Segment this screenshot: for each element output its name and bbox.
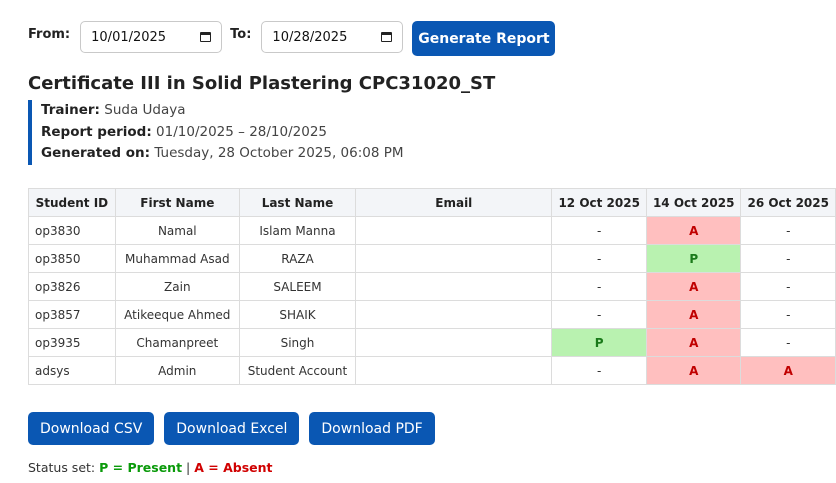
student-id-cell: op3850 [28,244,116,273]
legend-absent: A = Absent [194,460,273,475]
first-name-cell: Chamanpreet [114,328,240,357]
generated-row: Generated on: Tuesday, 28 October 2025, … [41,143,404,165]
student-id-cell: op3935 [28,328,116,357]
table-row: adsys Admin Student Account - A A [28,356,836,385]
download-excel-button[interactable]: Download Excel [164,412,300,445]
student-id-cell: op3826 [28,272,116,301]
last-name-cell: SALEEM [238,272,357,301]
generate-report-button[interactable]: Generate Report [412,21,556,56]
from-label: From: [28,27,71,42]
last-name-cell: Islam Manna [238,216,357,245]
attendance-cell: A [645,216,742,245]
last-name-cell: Student Account [238,356,357,385]
calendar-icon[interactable] [381,32,393,42]
attendance-cell: - [740,272,836,301]
last-name-cell: RAZA [238,244,357,273]
trainer-label: Trainer: [41,102,100,118]
column-header: Student ID [28,188,116,217]
student-id-cell: op3857 [28,300,116,329]
attendance-cell: - [551,244,647,273]
trainer-row: Trainer: Suda Udaya [41,100,404,122]
student-id-cell: adsys [28,356,116,385]
attendance-cell: A [645,356,742,385]
attendance-cell: - [740,300,836,329]
attendance-cell: - [740,244,836,273]
last-name-cell: SHAIK [238,300,357,329]
first-name-cell: Atikeeque Ahmed [114,300,240,329]
first-name-cell: Admin [114,356,240,385]
attendance-cell: - [740,328,836,357]
attendance-table: Student ID First Name Last Name Email 12… [28,188,836,385]
attendance-cell: - [551,216,647,245]
table-row: op3935 Chamanpreet Singh P A - [28,328,836,357]
attendance-cell: A [645,272,742,301]
trainer-value: Suda Udaya [104,102,186,118]
attendance-cell: A [740,356,836,385]
table-row: op3826 Zain SALEEM - A - [28,272,836,301]
column-header: Last Name [238,188,357,217]
legend-separator: | [186,460,191,475]
attendance-cell: - [551,356,647,385]
period-label: Report period: [41,123,152,140]
table-header-row: Student ID First Name Last Name Email 12… [28,188,836,217]
email-cell [355,244,553,273]
report-meta: Trainer: Suda Udaya Report period: 01/10… [28,100,404,165]
attendance-cell: - [551,272,647,301]
date-filter-bar: From: 10/01/2025 To: 10/28/2025 Generate… [28,21,556,56]
column-header: Email [355,188,553,217]
email-cell [355,216,553,245]
email-cell [355,328,553,357]
attendance-cell: - [740,216,836,245]
attendance-cell: P [645,244,742,273]
calendar-icon[interactable] [200,32,212,42]
last-name-cell: Singh [238,328,357,357]
email-cell [355,356,553,385]
page-title: Certificate III in Solid Plastering CPC3… [28,73,496,94]
legend-prefix: Status set: [28,460,96,475]
attendance-cell: P [551,328,647,357]
to-date-input[interactable]: 10/28/2025 [261,21,404,53]
table-row: op3857 Atikeeque Ahmed SHAIK - A - [28,300,836,329]
generated-value: Tuesday, 28 October 2025, 06:08 PM [154,145,404,161]
legend-present: P = Present [99,460,183,475]
table-row: op3830 Namal Islam Manna - A - [28,216,836,245]
download-csv-button[interactable]: Download CSV [28,412,155,445]
column-header: 12 Oct 2025 [551,188,647,217]
first-name-cell: Muhammad Asad [114,244,240,273]
from-date-value: 10/01/2025 [91,29,167,45]
generated-label: Generated on: [41,145,151,161]
to-label: To: [230,27,252,42]
download-pdf-button[interactable]: Download PDF [309,412,435,445]
column-header: 14 Oct 2025 [645,188,742,217]
download-bar: Download CSV Download Excel Download PDF [28,412,435,445]
attendance-cell: - [551,300,647,329]
email-cell [355,300,553,329]
period-row: Report period: 01/10/2025 – 28/10/2025 [41,122,404,144]
student-id-cell: op3830 [28,216,116,245]
attendance-cell: A [645,300,742,329]
period-value: 01/10/2025 – 28/10/2025 [156,123,327,140]
email-cell [355,272,553,301]
table-row: op3850 Muhammad Asad RAZA - P - [28,244,836,273]
first-name-cell: Zain [114,272,240,301]
first-name-cell: Namal [114,216,240,245]
status-legend: Status set: P = Present | A = Absent [28,460,273,475]
column-header: 26 Oct 2025 [740,188,836,217]
to-date-value: 10/28/2025 [272,29,348,45]
attendance-cell: A [645,328,742,357]
column-header: First Name [114,188,240,217]
from-date-input[interactable]: 10/01/2025 [80,21,223,53]
